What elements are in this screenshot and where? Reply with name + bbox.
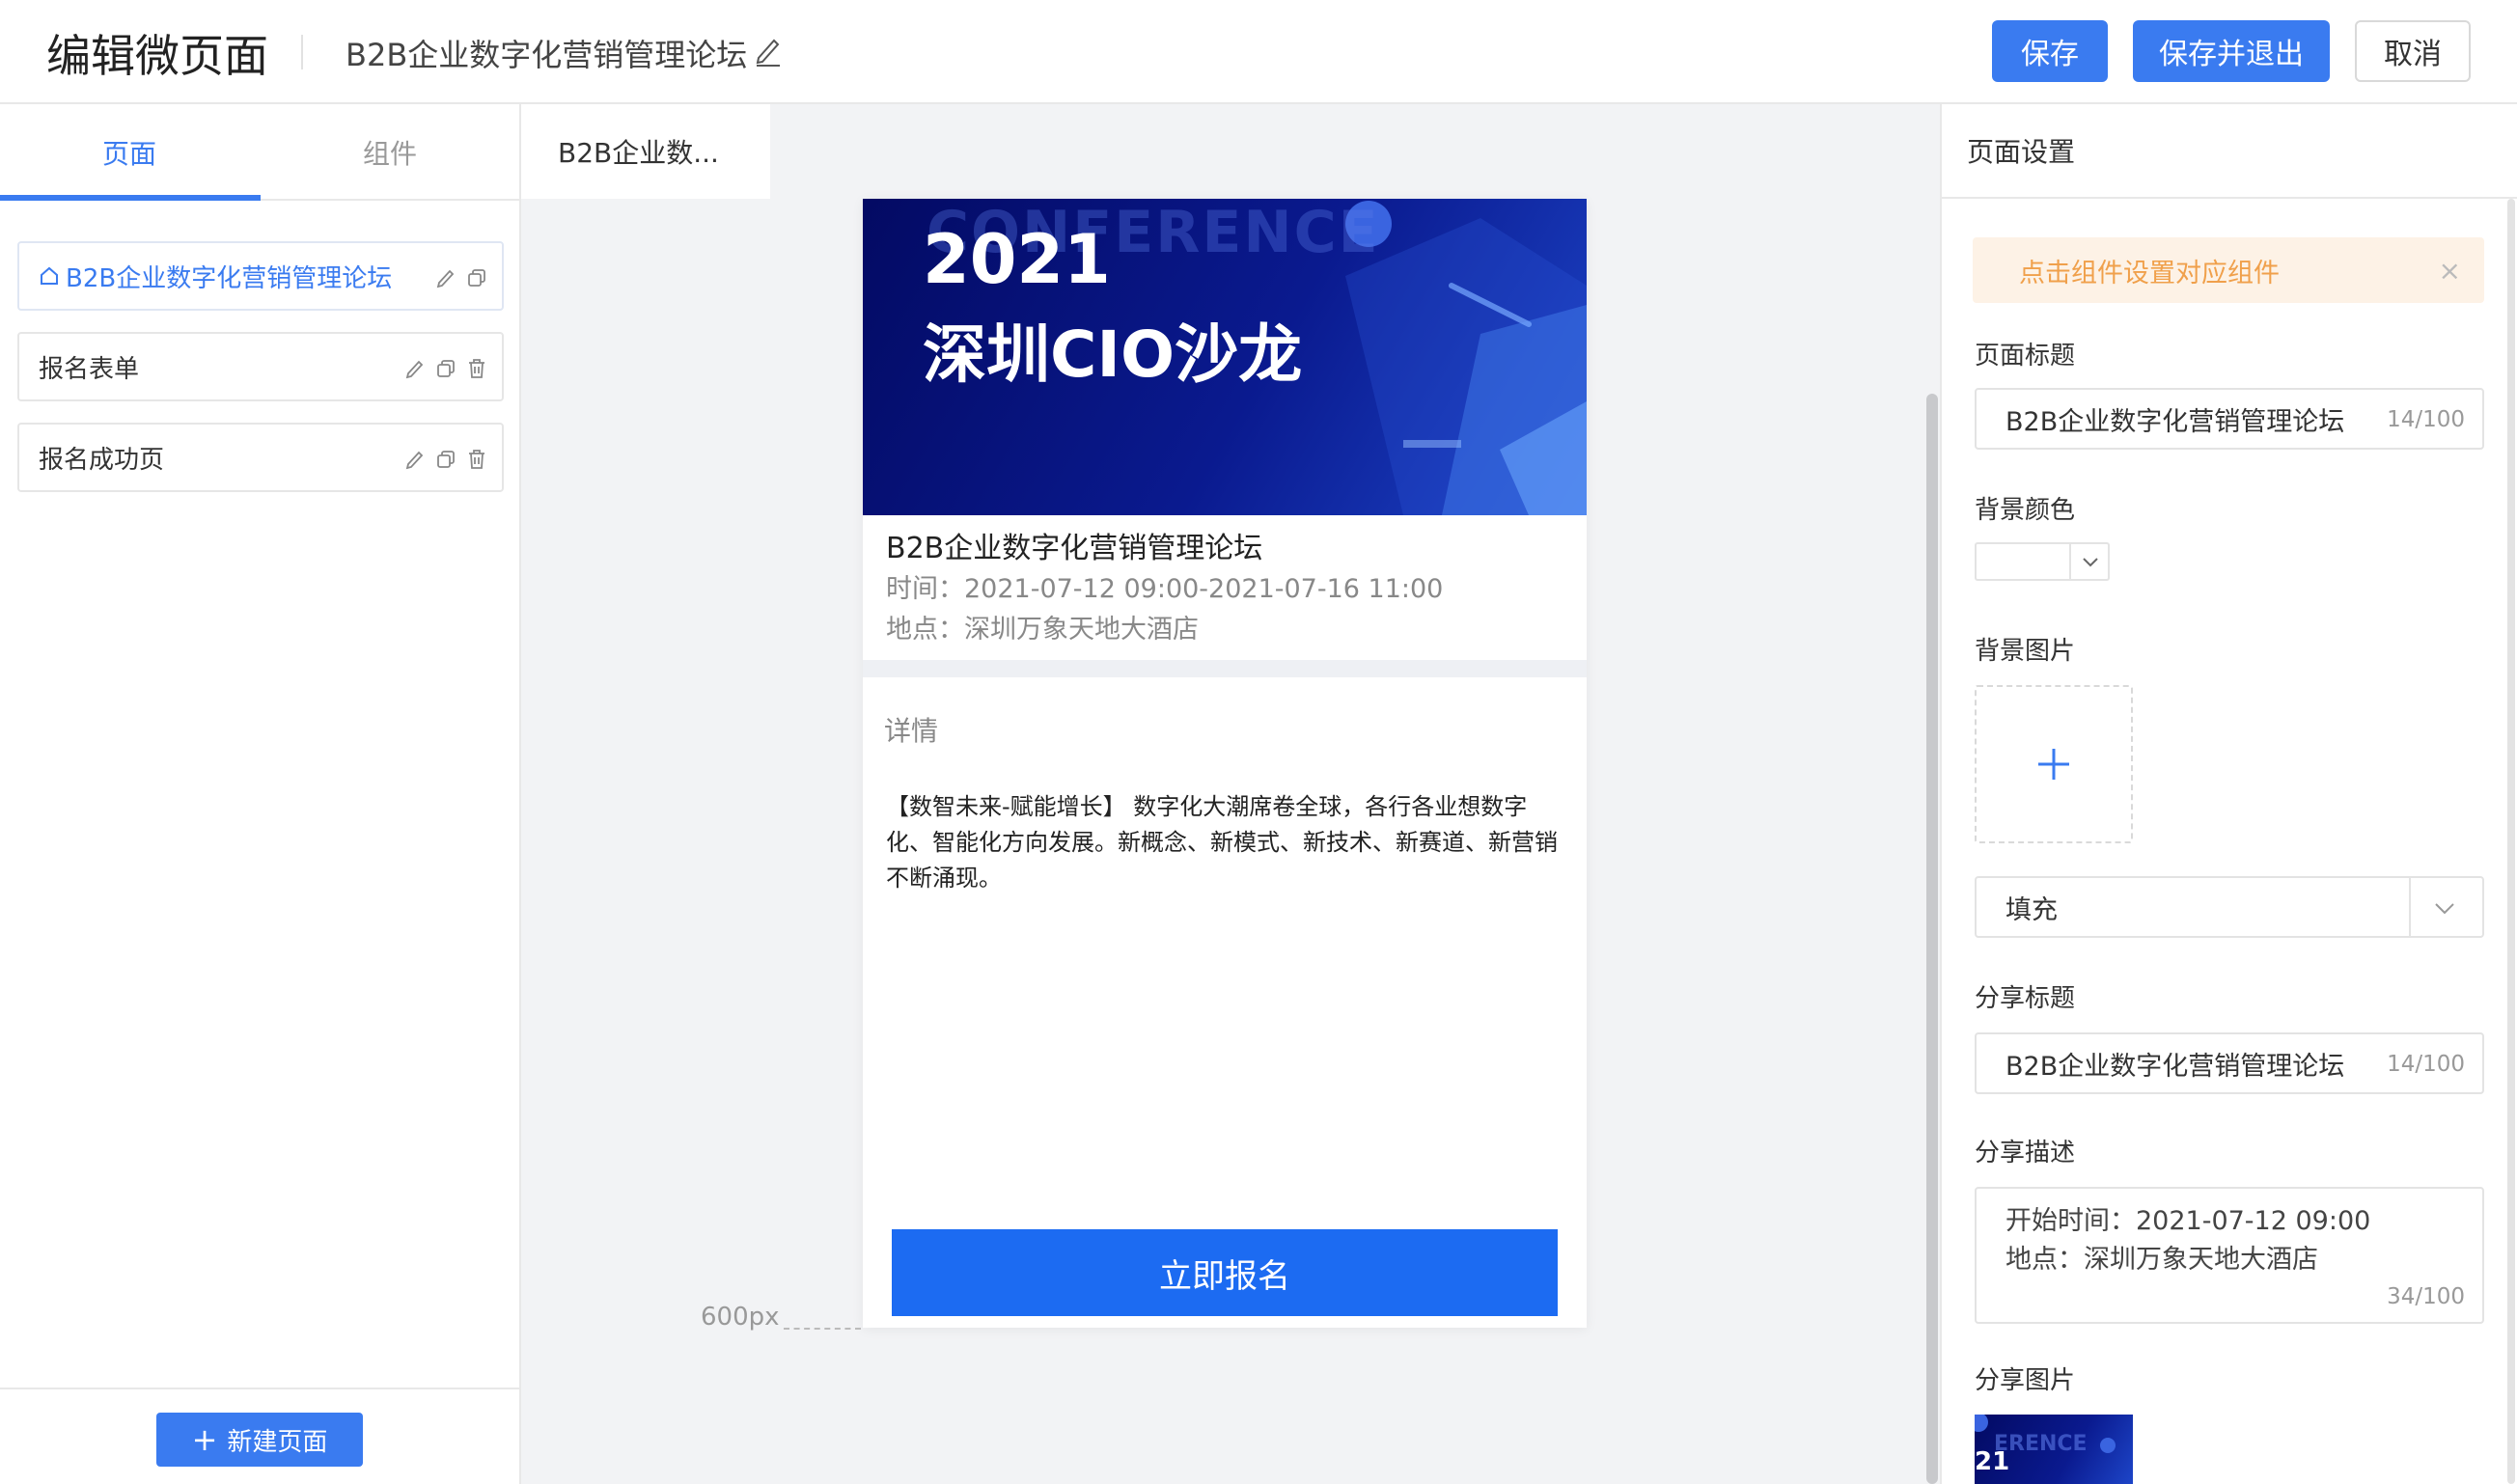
- page-item-signup-success[interactable]: 报名成功页: [17, 423, 504, 492]
- event-time: 时间：2021-07-12 09:00-2021-07-16 11:00: [886, 574, 1444, 604]
- detail-label: 详情: [884, 715, 939, 747]
- left-tabs: 页面 组件: [0, 104, 519, 201]
- tab-pages[interactable]: 页面: [0, 104, 259, 201]
- new-page-button[interactable]: + 新建页面: [156, 1413, 363, 1467]
- event-title: B2B企业数字化营销管理论坛: [886, 532, 1263, 565]
- share-desc-line: 开始时间：2021-07-12 09:00: [2005, 1206, 2371, 1236]
- top-bar: 编辑微页面 B2B企业数字化营销管理论坛 保存 保存并退出 取消: [0, 0, 2517, 104]
- bg-image-label: 背景图片: [1975, 637, 2076, 666]
- share-image-label: 分享图片: [1975, 1366, 2076, 1395]
- share-title-input[interactable]: B2B企业数字化营销管理论坛 14/100: [1975, 1032, 2484, 1094]
- picker-divider: [2069, 544, 2071, 579]
- banner-year: 2021: [923, 220, 1111, 299]
- phone-preview: CONFERENCE 2021 深圳CIO沙龙 B2B企业数字化营销管理论坛 时…: [863, 199, 1587, 1328]
- share-desc-label: 分享描述: [1975, 1139, 2076, 1168]
- banner-event-name: 深圳CIO沙龙: [923, 317, 1303, 392]
- plus-icon: [2038, 749, 2069, 780]
- page-item-signup-form[interactable]: 报名表单: [17, 332, 504, 401]
- event-banner[interactable]: CONFERENCE 2021 深圳CIO沙龙: [863, 199, 1587, 515]
- active-tab-indicator: [0, 195, 261, 201]
- char-count: 34/100: [2387, 1284, 2465, 1309]
- page-item-label: 报名成功页: [39, 445, 165, 475]
- tab-components[interactable]: 组件: [261, 104, 519, 201]
- title-separator: [301, 35, 303, 69]
- left-footer: + 新建页面: [0, 1388, 519, 1484]
- hint-text: 点击组件设置对应组件: [2019, 258, 2280, 289]
- edit-icon[interactable]: [434, 266, 457, 289]
- settings-scrollbar[interactable]: [2507, 199, 2515, 1484]
- event-info[interactable]: B2B企业数字化营销管理论坛 时间：2021-07-12 09:00-2021-…: [863, 515, 1587, 650]
- new-page-label: 新建页面: [227, 1427, 328, 1457]
- page-item-label: B2B企业数字化营销管理论坛: [66, 263, 393, 293]
- close-icon[interactable]: ×: [2439, 255, 2461, 287]
- left-panel: 页面 组件 B2B企业数字化营销管理论坛 报名表单 报名成功页 + 新建页面: [0, 104, 521, 1484]
- settings-panel: 页面设置 点击组件设置对应组件 × 页面标题 B2B企业数字化营销管理论坛 14…: [1940, 104, 2517, 1484]
- page-title: B2B企业数字化营销管理论坛: [346, 37, 748, 73]
- app-title: 编辑微页面: [46, 30, 268, 82]
- home-icon: [41, 266, 58, 285]
- cancel-button[interactable]: 取消: [2355, 20, 2471, 82]
- save-button[interactable]: 保存: [1992, 20, 2108, 82]
- share-desc-line: 地点：深圳万象天地大酒店: [2005, 1245, 2318, 1275]
- editor-canvas: B2B企业数... CONFERENCE 2021 深圳CIO沙龙 B2B企业数…: [521, 104, 1940, 1484]
- page-title-input[interactable]: B2B企业数字化营销管理论坛 14/100: [1975, 388, 2484, 450]
- edit-icon[interactable]: [403, 448, 427, 471]
- event-place: 地点：深圳万象天地大酒店: [886, 615, 1199, 645]
- char-count: 14/100: [2387, 407, 2465, 432]
- char-count: 14/100: [2387, 1052, 2465, 1077]
- bg-color-label: 背景颜色: [1975, 496, 2076, 525]
- delete-icon[interactable]: [465, 448, 488, 471]
- page-item-label: 报名表单: [39, 354, 140, 384]
- hint-notice: 点击组件设置对应组件 ×: [1973, 237, 2484, 303]
- bg-image-upload[interactable]: [1975, 685, 2133, 843]
- plus-icon: +: [191, 1421, 218, 1458]
- page-title-label: 页面标题: [1975, 342, 2076, 371]
- select-divider: [2409, 878, 2411, 936]
- copy-icon[interactable]: [434, 448, 457, 471]
- signup-button[interactable]: 立即报名: [892, 1229, 1558, 1316]
- section-divider: [863, 660, 1587, 677]
- page-title-value: B2B企业数字化营销管理论坛: [2005, 406, 2345, 437]
- share-image-thumbnail[interactable]: ERENCE 21: [1975, 1415, 2133, 1484]
- detail-text[interactable]: 【数智未来-赋能增长】 数字化大潮席卷全球，各行各业想数字化、智能化方向发展。新…: [886, 789, 1571, 896]
- copy-icon[interactable]: [434, 357, 457, 380]
- bg-fill-value: 填充: [2005, 894, 2058, 925]
- chevron-down-icon: [2435, 903, 2454, 915]
- bg-color-picker[interactable]: [1975, 542, 2110, 581]
- share-title-label: 分享标题: [1975, 984, 2076, 1013]
- thumb-year: 21: [1975, 1447, 2010, 1476]
- save-and-exit-button[interactable]: 保存并退出: [2133, 20, 2330, 82]
- width-marker-line: [784, 1328, 861, 1330]
- canvas-scrollbar[interactable]: [1926, 394, 1938, 1484]
- bg-fill-select[interactable]: 填充: [1975, 876, 2484, 938]
- width-marker-label: 600px: [701, 1303, 780, 1332]
- edit-icon[interactable]: [403, 357, 427, 380]
- page-item-home[interactable]: B2B企业数字化营销管理论坛: [17, 241, 504, 311]
- share-title-value: B2B企业数字化营销管理论坛: [2005, 1051, 2345, 1082]
- delete-icon[interactable]: [465, 357, 488, 380]
- chevron-down-icon: [2083, 558, 2098, 567]
- settings-header: 页面设置: [1942, 104, 2517, 199]
- copy-icon[interactable]: [465, 266, 488, 289]
- edit-title-icon[interactable]: [753, 33, 784, 68]
- tab-current-page[interactable]: B2B企业数...: [521, 104, 770, 199]
- share-desc-textarea[interactable]: 开始时间：2021-07-12 09:00 地点：深圳万象天地大酒店 34/10…: [1975, 1187, 2484, 1324]
